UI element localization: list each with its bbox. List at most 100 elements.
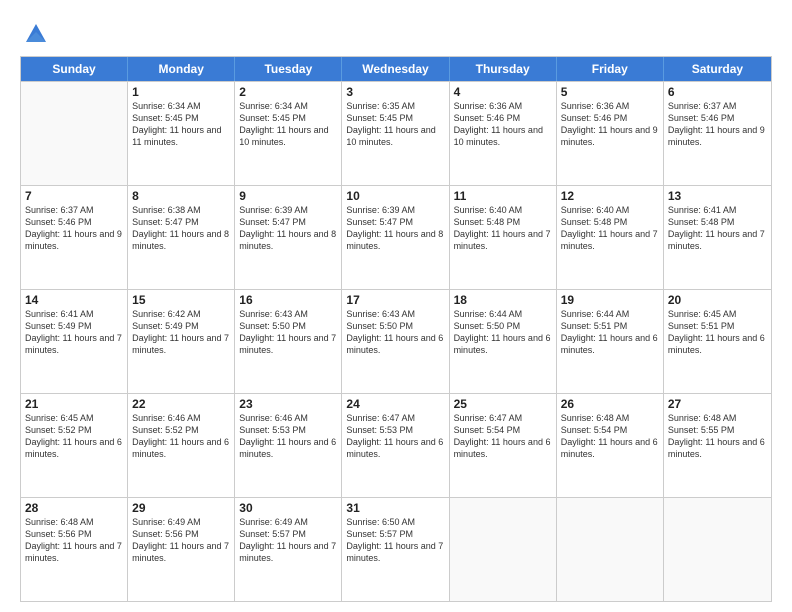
day-number: 14 bbox=[25, 293, 123, 307]
day-number: 9 bbox=[239, 189, 337, 203]
day-number: 22 bbox=[132, 397, 230, 411]
week-row-4: 21Sunrise: 6:45 AMSunset: 5:52 PMDayligh… bbox=[21, 393, 771, 497]
cal-cell bbox=[21, 82, 128, 185]
cal-cell: 18Sunrise: 6:44 AMSunset: 5:50 PMDayligh… bbox=[450, 290, 557, 393]
day-info: Sunrise: 6:35 AMSunset: 5:45 PMDaylight:… bbox=[346, 100, 444, 149]
day-number: 2 bbox=[239, 85, 337, 99]
day-info: Sunrise: 6:40 AMSunset: 5:48 PMDaylight:… bbox=[561, 204, 659, 253]
week-row-3: 14Sunrise: 6:41 AMSunset: 5:49 PMDayligh… bbox=[21, 289, 771, 393]
cal-cell: 5Sunrise: 6:36 AMSunset: 5:46 PMDaylight… bbox=[557, 82, 664, 185]
day-info: Sunrise: 6:43 AMSunset: 5:50 PMDaylight:… bbox=[239, 308, 337, 357]
cal-cell: 28Sunrise: 6:48 AMSunset: 5:56 PMDayligh… bbox=[21, 498, 128, 601]
day-number: 31 bbox=[346, 501, 444, 515]
cal-cell bbox=[450, 498, 557, 601]
day-info: Sunrise: 6:49 AMSunset: 5:57 PMDaylight:… bbox=[239, 516, 337, 565]
day-number: 18 bbox=[454, 293, 552, 307]
cal-cell bbox=[557, 498, 664, 601]
day-info: Sunrise: 6:49 AMSunset: 5:56 PMDaylight:… bbox=[132, 516, 230, 565]
cal-cell: 30Sunrise: 6:49 AMSunset: 5:57 PMDayligh… bbox=[235, 498, 342, 601]
day-info: Sunrise: 6:48 AMSunset: 5:54 PMDaylight:… bbox=[561, 412, 659, 461]
cal-cell: 16Sunrise: 6:43 AMSunset: 5:50 PMDayligh… bbox=[235, 290, 342, 393]
day-number: 24 bbox=[346, 397, 444, 411]
day-info: Sunrise: 6:37 AMSunset: 5:46 PMDaylight:… bbox=[25, 204, 123, 253]
day-info: Sunrise: 6:39 AMSunset: 5:47 PMDaylight:… bbox=[346, 204, 444, 253]
header-cell-friday: Friday bbox=[557, 57, 664, 81]
header-cell-monday: Monday bbox=[128, 57, 235, 81]
cal-cell: 13Sunrise: 6:41 AMSunset: 5:48 PMDayligh… bbox=[664, 186, 771, 289]
day-info: Sunrise: 6:34 AMSunset: 5:45 PMDaylight:… bbox=[239, 100, 337, 149]
day-info: Sunrise: 6:45 AMSunset: 5:52 PMDaylight:… bbox=[25, 412, 123, 461]
cal-cell: 21Sunrise: 6:45 AMSunset: 5:52 PMDayligh… bbox=[21, 394, 128, 497]
cal-cell bbox=[664, 498, 771, 601]
cal-cell: 20Sunrise: 6:45 AMSunset: 5:51 PMDayligh… bbox=[664, 290, 771, 393]
day-info: Sunrise: 6:41 AMSunset: 5:49 PMDaylight:… bbox=[25, 308, 123, 357]
cal-cell: 22Sunrise: 6:46 AMSunset: 5:52 PMDayligh… bbox=[128, 394, 235, 497]
week-row-2: 7Sunrise: 6:37 AMSunset: 5:46 PMDaylight… bbox=[21, 185, 771, 289]
cal-cell: 8Sunrise: 6:38 AMSunset: 5:47 PMDaylight… bbox=[128, 186, 235, 289]
cal-cell: 2Sunrise: 6:34 AMSunset: 5:45 PMDaylight… bbox=[235, 82, 342, 185]
day-number: 3 bbox=[346, 85, 444, 99]
day-info: Sunrise: 6:46 AMSunset: 5:53 PMDaylight:… bbox=[239, 412, 337, 461]
cal-cell: 15Sunrise: 6:42 AMSunset: 5:49 PMDayligh… bbox=[128, 290, 235, 393]
page: SundayMondayTuesdayWednesdayThursdayFrid… bbox=[0, 0, 792, 612]
header-cell-tuesday: Tuesday bbox=[235, 57, 342, 81]
day-number: 17 bbox=[346, 293, 444, 307]
cal-cell: 26Sunrise: 6:48 AMSunset: 5:54 PMDayligh… bbox=[557, 394, 664, 497]
day-info: Sunrise: 6:41 AMSunset: 5:48 PMDaylight:… bbox=[668, 204, 767, 253]
day-number: 26 bbox=[561, 397, 659, 411]
day-number: 19 bbox=[561, 293, 659, 307]
day-number: 30 bbox=[239, 501, 337, 515]
day-number: 28 bbox=[25, 501, 123, 515]
day-info: Sunrise: 6:34 AMSunset: 5:45 PMDaylight:… bbox=[132, 100, 230, 149]
cal-cell: 11Sunrise: 6:40 AMSunset: 5:48 PMDayligh… bbox=[450, 186, 557, 289]
day-number: 7 bbox=[25, 189, 123, 203]
calendar: SundayMondayTuesdayWednesdayThursdayFrid… bbox=[20, 56, 772, 602]
cal-cell: 10Sunrise: 6:39 AMSunset: 5:47 PMDayligh… bbox=[342, 186, 449, 289]
cal-cell: 25Sunrise: 6:47 AMSunset: 5:54 PMDayligh… bbox=[450, 394, 557, 497]
cal-cell: 24Sunrise: 6:47 AMSunset: 5:53 PMDayligh… bbox=[342, 394, 449, 497]
day-number: 8 bbox=[132, 189, 230, 203]
cal-cell: 4Sunrise: 6:36 AMSunset: 5:46 PMDaylight… bbox=[450, 82, 557, 185]
day-info: Sunrise: 6:45 AMSunset: 5:51 PMDaylight:… bbox=[668, 308, 767, 357]
day-info: Sunrise: 6:50 AMSunset: 5:57 PMDaylight:… bbox=[346, 516, 444, 565]
calendar-header-row: SundayMondayTuesdayWednesdayThursdayFrid… bbox=[21, 57, 771, 81]
week-row-1: 1Sunrise: 6:34 AMSunset: 5:45 PMDaylight… bbox=[21, 81, 771, 185]
day-info: Sunrise: 6:47 AMSunset: 5:53 PMDaylight:… bbox=[346, 412, 444, 461]
day-info: Sunrise: 6:47 AMSunset: 5:54 PMDaylight:… bbox=[454, 412, 552, 461]
cal-cell: 29Sunrise: 6:49 AMSunset: 5:56 PMDayligh… bbox=[128, 498, 235, 601]
cal-cell: 17Sunrise: 6:43 AMSunset: 5:50 PMDayligh… bbox=[342, 290, 449, 393]
day-number: 23 bbox=[239, 397, 337, 411]
logo bbox=[20, 18, 50, 46]
week-row-5: 28Sunrise: 6:48 AMSunset: 5:56 PMDayligh… bbox=[21, 497, 771, 601]
cal-cell: 1Sunrise: 6:34 AMSunset: 5:45 PMDaylight… bbox=[128, 82, 235, 185]
day-info: Sunrise: 6:40 AMSunset: 5:48 PMDaylight:… bbox=[454, 204, 552, 253]
cal-cell: 12Sunrise: 6:40 AMSunset: 5:48 PMDayligh… bbox=[557, 186, 664, 289]
day-info: Sunrise: 6:36 AMSunset: 5:46 PMDaylight:… bbox=[561, 100, 659, 149]
day-number: 6 bbox=[668, 85, 767, 99]
header-cell-sunday: Sunday bbox=[21, 57, 128, 81]
cal-cell: 31Sunrise: 6:50 AMSunset: 5:57 PMDayligh… bbox=[342, 498, 449, 601]
day-number: 27 bbox=[668, 397, 767, 411]
day-info: Sunrise: 6:48 AMSunset: 5:56 PMDaylight:… bbox=[25, 516, 123, 565]
header bbox=[20, 18, 772, 46]
day-info: Sunrise: 6:38 AMSunset: 5:47 PMDaylight:… bbox=[132, 204, 230, 253]
day-number: 15 bbox=[132, 293, 230, 307]
cal-cell: 3Sunrise: 6:35 AMSunset: 5:45 PMDaylight… bbox=[342, 82, 449, 185]
day-info: Sunrise: 6:36 AMSunset: 5:46 PMDaylight:… bbox=[454, 100, 552, 149]
cal-cell: 7Sunrise: 6:37 AMSunset: 5:46 PMDaylight… bbox=[21, 186, 128, 289]
cal-cell: 14Sunrise: 6:41 AMSunset: 5:49 PMDayligh… bbox=[21, 290, 128, 393]
day-info: Sunrise: 6:43 AMSunset: 5:50 PMDaylight:… bbox=[346, 308, 444, 357]
day-info: Sunrise: 6:46 AMSunset: 5:52 PMDaylight:… bbox=[132, 412, 230, 461]
day-info: Sunrise: 6:37 AMSunset: 5:46 PMDaylight:… bbox=[668, 100, 767, 149]
day-number: 12 bbox=[561, 189, 659, 203]
header-cell-thursday: Thursday bbox=[450, 57, 557, 81]
calendar-body: 1Sunrise: 6:34 AMSunset: 5:45 PMDaylight… bbox=[21, 81, 771, 601]
day-info: Sunrise: 6:39 AMSunset: 5:47 PMDaylight:… bbox=[239, 204, 337, 253]
day-number: 4 bbox=[454, 85, 552, 99]
day-info: Sunrise: 6:48 AMSunset: 5:55 PMDaylight:… bbox=[668, 412, 767, 461]
day-number: 10 bbox=[346, 189, 444, 203]
day-number: 29 bbox=[132, 501, 230, 515]
cal-cell: 6Sunrise: 6:37 AMSunset: 5:46 PMDaylight… bbox=[664, 82, 771, 185]
day-info: Sunrise: 6:44 AMSunset: 5:51 PMDaylight:… bbox=[561, 308, 659, 357]
header-cell-wednesday: Wednesday bbox=[342, 57, 449, 81]
